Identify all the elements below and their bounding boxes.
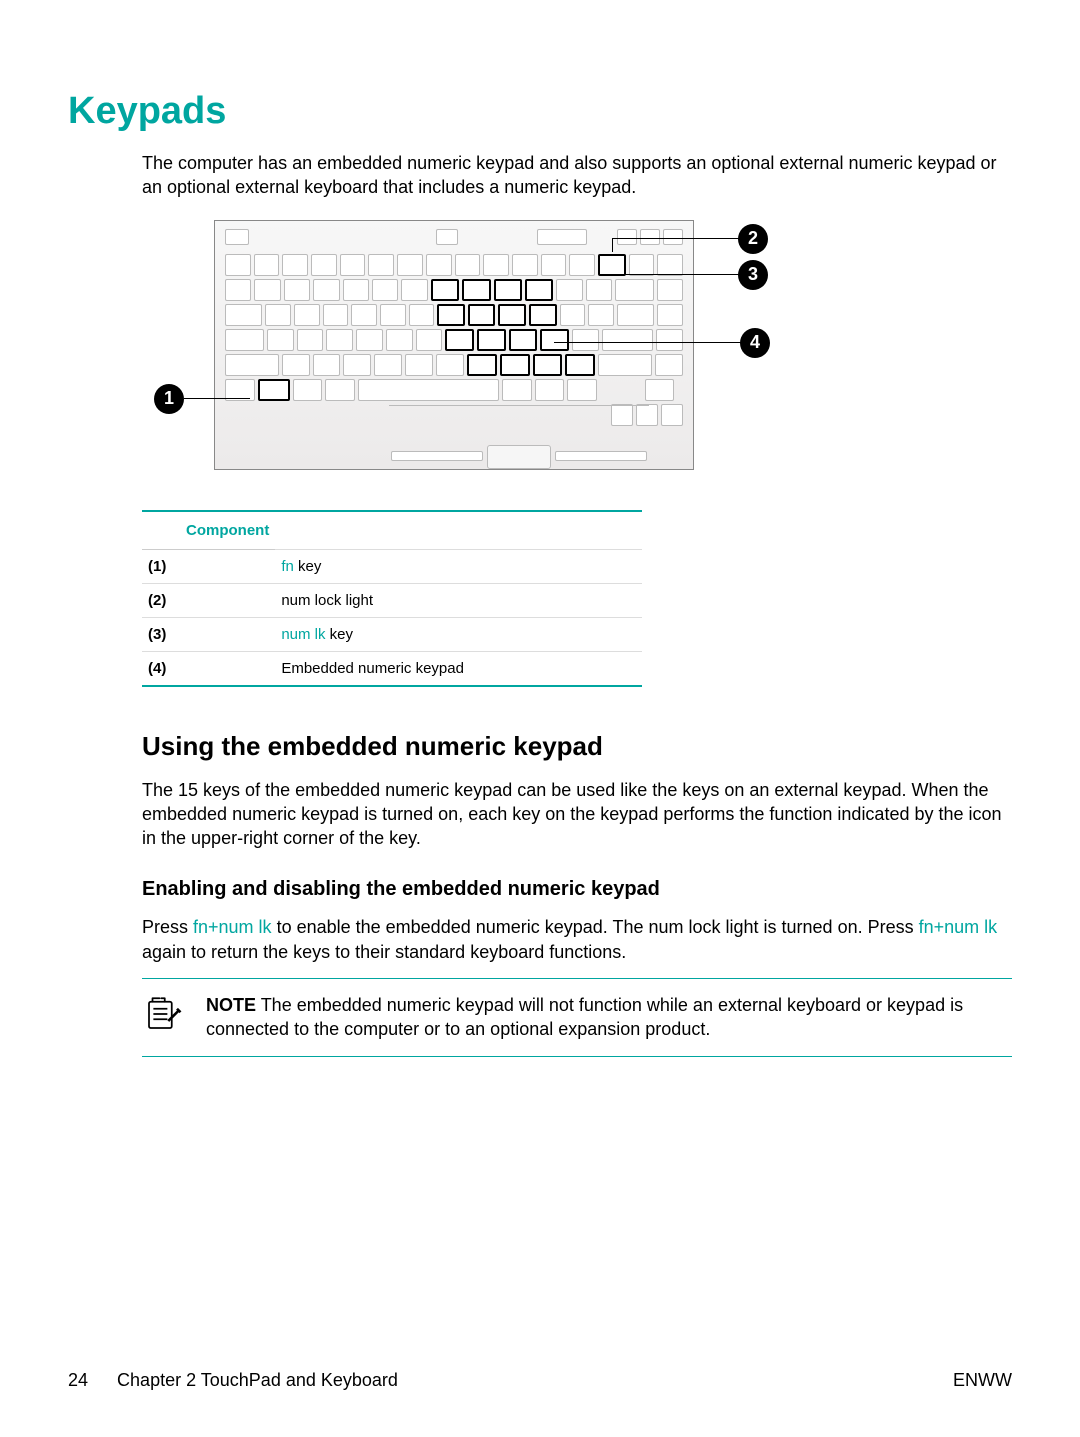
page-title: Keypads xyxy=(68,90,1012,133)
callout-badge-2: 2 xyxy=(738,224,768,254)
component-header: Component xyxy=(142,511,275,550)
callout-badge-1: 1 xyxy=(154,384,184,414)
note-box: NOTE The embedded numeric keypad will no… xyxy=(142,978,1012,1057)
section-heading-enabling: Enabling and disabling the embedded nume… xyxy=(142,878,1012,901)
fn-key-highlight xyxy=(258,379,290,401)
enable-paragraph: Press fn+num lk to enable the embedded n… xyxy=(142,915,1012,964)
section-heading-using: Using the embedded numeric keypad xyxy=(142,731,1012,762)
section-paragraph: The 15 keys of the embedded numeric keyp… xyxy=(142,778,1012,851)
keyboard-outline xyxy=(214,220,694,470)
callout-badge-4: 4 xyxy=(740,328,770,358)
footer-right: ENWW xyxy=(953,1370,1012,1391)
callout-badge-3: 3 xyxy=(738,260,768,290)
page-number: 24 xyxy=(68,1370,88,1390)
table-row: (2) num lock light xyxy=(142,583,642,617)
table-row: (1) fn key xyxy=(142,549,642,583)
table-row: (3) num lk key xyxy=(142,617,642,651)
component-table: Component (1) fn key (2) num lock light … xyxy=(142,510,642,687)
note-icon xyxy=(142,993,188,1042)
keyboard-diagram: 1 2 3 4 xyxy=(142,220,1012,488)
intro-paragraph: The computer has an embedded numeric key… xyxy=(142,151,1012,200)
numlk-key-highlight xyxy=(598,254,626,276)
note-text: NOTE The embedded numeric keypad will no… xyxy=(206,993,1006,1042)
touchpad-area xyxy=(389,405,649,463)
table-row: (4) Embedded numeric keypad xyxy=(142,651,642,686)
chapter-label: Chapter 2 TouchPad and Keyboard xyxy=(117,1370,398,1390)
page-footer: 24 Chapter 2 TouchPad and Keyboard ENWW xyxy=(68,1370,1012,1391)
